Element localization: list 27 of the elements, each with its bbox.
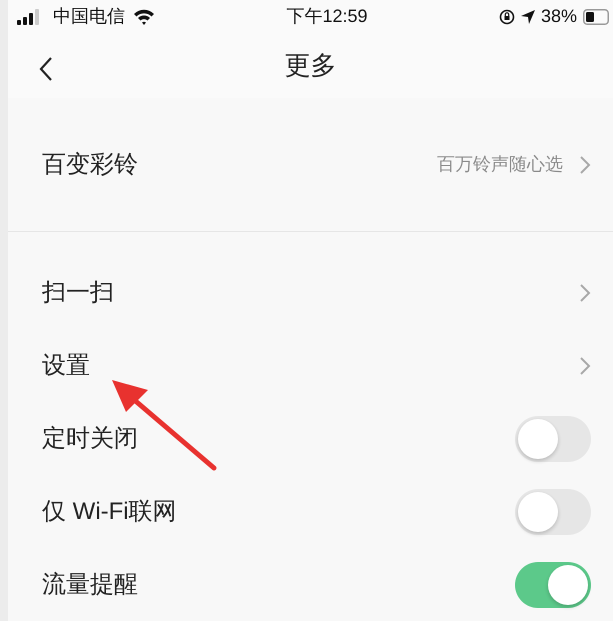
battery-icon xyxy=(582,8,609,25)
wifi-icon xyxy=(133,8,155,25)
row-label: 百变彩铃 xyxy=(42,150,138,180)
chevron-right-icon xyxy=(579,356,591,376)
toggle-switch[interactable] xyxy=(515,416,591,462)
carrier-name: 中国电信 xyxy=(53,5,125,28)
clock: 下午12:59 xyxy=(286,5,368,28)
page-title: 更多 xyxy=(284,49,336,82)
settings-row[interactable]: 百变彩铃 百万铃声随心选 xyxy=(8,128,613,201)
row-label: 扫一扫 xyxy=(42,278,114,308)
toggle-switch[interactable] xyxy=(515,488,591,534)
rotation-lock-icon xyxy=(498,8,515,25)
chevron-right-icon xyxy=(579,154,591,174)
row-detail: 百万铃声随心选 xyxy=(437,153,563,176)
row-label: 设置 xyxy=(42,350,90,380)
row-label: 仅 Wi-Fi联网 xyxy=(42,496,177,526)
location-arrow-icon xyxy=(520,10,535,24)
row-label: 定时关闭 xyxy=(42,424,138,454)
settings-row[interactable]: 仅 Wi-Fi联网 xyxy=(8,475,613,548)
battery-percent: 38% xyxy=(540,5,577,28)
settings-row[interactable]: 定时关闭 xyxy=(8,402,613,475)
settings-row[interactable]: 设置 xyxy=(8,329,613,402)
chevron-right-icon xyxy=(579,282,591,302)
row-label: 流量提醒 xyxy=(42,570,138,600)
settings-row[interactable]: 扫一扫 xyxy=(8,256,613,329)
settings-row[interactable]: 流量提醒 xyxy=(8,548,613,621)
toggle-switch[interactable] xyxy=(515,562,591,608)
